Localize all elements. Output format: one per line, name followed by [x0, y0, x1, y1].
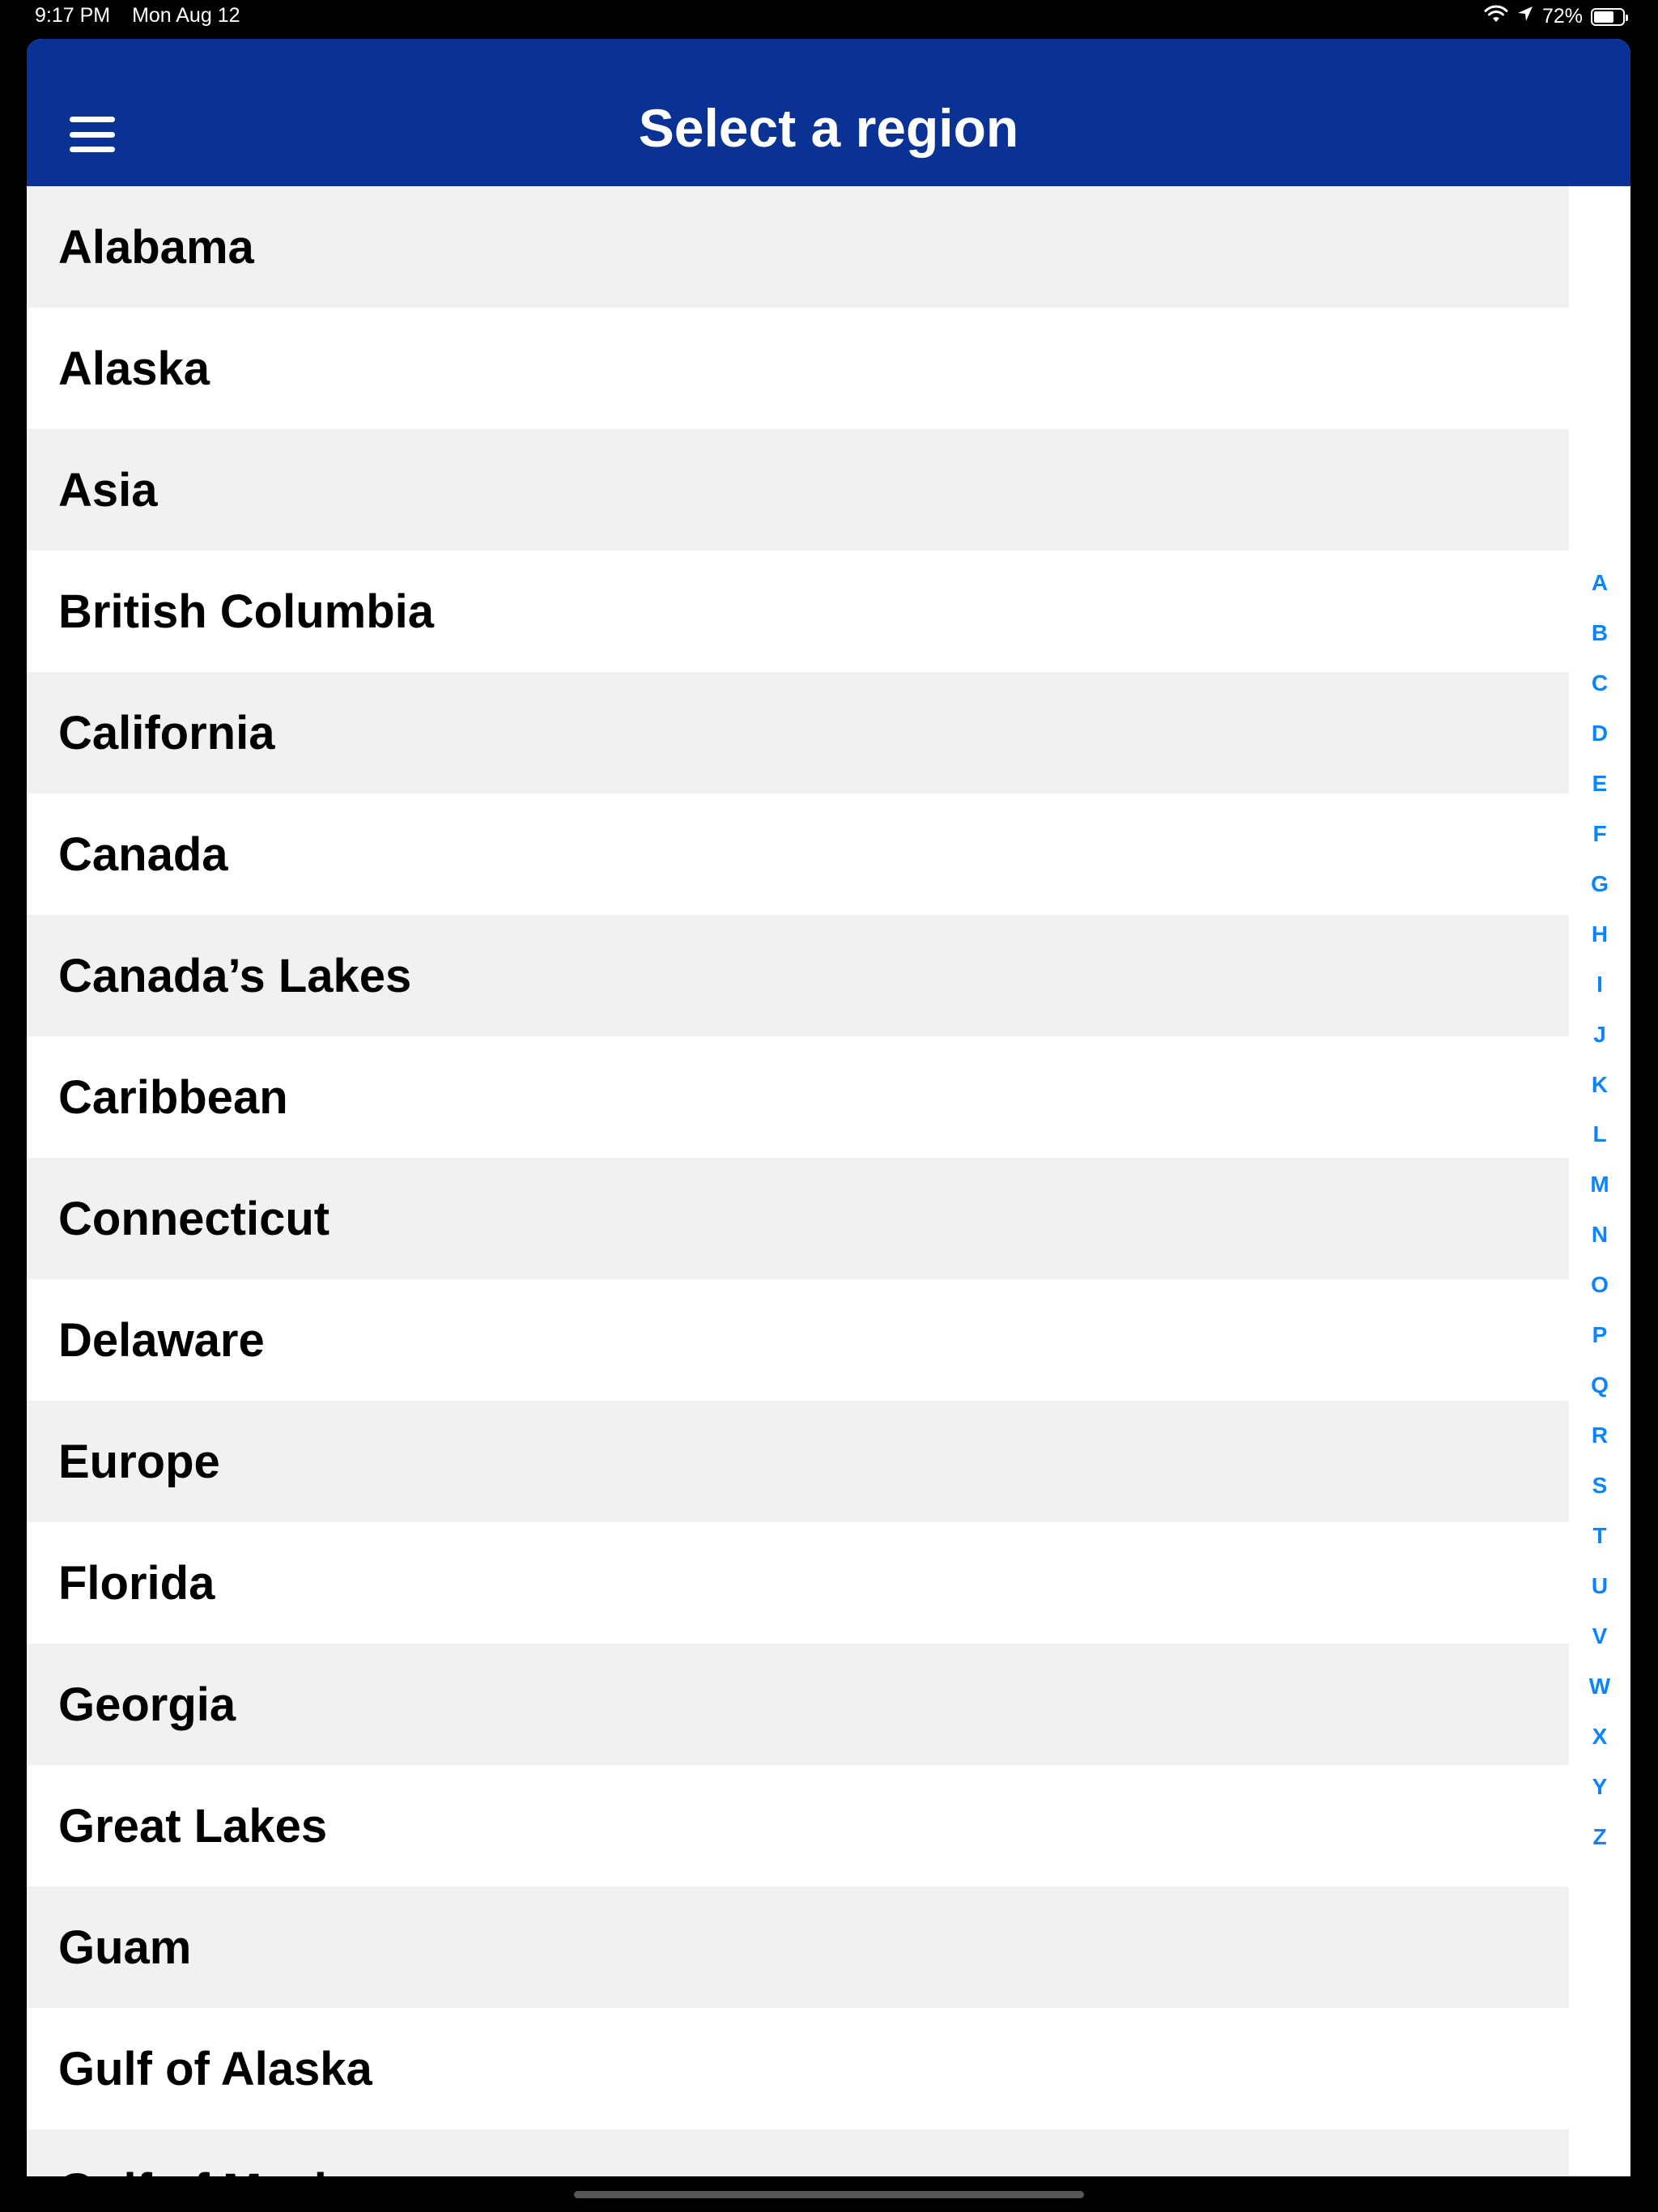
battery-level: [1594, 11, 1613, 23]
alphabet-index-bar[interactable]: ABCDEFGHIJKLMNOPQRSTUVWXYZ: [1569, 186, 1630, 2176]
index-letter-k[interactable]: K: [1569, 1072, 1630, 1098]
wifi-icon: [1484, 4, 1508, 29]
region-name: Asia: [58, 463, 158, 517]
region-name: Great Lakes: [58, 1799, 328, 1853]
index-letter-f[interactable]: F: [1569, 821, 1630, 847]
battery-icon: [1591, 7, 1628, 26]
index-letter-n[interactable]: N: [1569, 1222, 1630, 1248]
list-item[interactable]: Georgia: [27, 1644, 1569, 1765]
list-item[interactable]: Asia: [27, 429, 1569, 551]
status-time: 9:17 PM: [35, 4, 111, 27]
index-letter-m[interactable]: M: [1569, 1172, 1630, 1197]
list-item[interactable]: California: [27, 672, 1569, 793]
battery-nub: [1626, 14, 1628, 21]
index-letter-a[interactable]: A: [1569, 570, 1630, 596]
region-name: Canada: [58, 827, 228, 881]
list-item[interactable]: Gulf of Alaska: [27, 2008, 1569, 2129]
index-letter-u[interactable]: U: [1569, 1573, 1630, 1599]
page-title: Select a region: [638, 98, 1019, 158]
region-name: Gulf of Alaska: [58, 2042, 372, 2095]
region-name: Gulf of Mexico: [58, 2163, 382, 2177]
index-letter-x[interactable]: X: [1569, 1724, 1630, 1750]
status-right: 72%: [1484, 4, 1628, 29]
list-item[interactable]: Florida: [27, 1522, 1569, 1644]
region-name: Europe: [58, 1435, 220, 1488]
status-date: Mon Aug 12: [132, 4, 240, 27]
list-item[interactable]: Canada’s Lakes: [27, 915, 1569, 1036]
index-letter-y[interactable]: Y: [1569, 1774, 1630, 1800]
index-letter-c[interactable]: C: [1569, 670, 1630, 696]
index-letter-s[interactable]: S: [1569, 1473, 1630, 1499]
list-item[interactable]: Guam: [27, 1887, 1569, 2008]
navigation-bar: Select a region: [27, 39, 1630, 186]
region-list[interactable]: Alabama Alaska Asia British Columbia Califor…: [27, 186, 1569, 2176]
list-item[interactable]: Delaware: [27, 1279, 1569, 1401]
index-letter-v[interactable]: V: [1569, 1623, 1630, 1649]
region-name: Delaware: [58, 1313, 265, 1367]
index-letter-g[interactable]: G: [1569, 871, 1630, 897]
list-item[interactable]: Europe: [27, 1401, 1569, 1522]
index-letter-t[interactable]: T: [1569, 1523, 1630, 1549]
index-letter-e[interactable]: E: [1569, 771, 1630, 797]
region-name: Florida: [58, 1556, 215, 1610]
index-letter-i[interactable]: I: [1569, 972, 1630, 998]
list-item[interactable]: British Columbia: [27, 551, 1569, 672]
region-name: Georgia: [58, 1678, 236, 1731]
index-letter-r[interactable]: R: [1569, 1423, 1630, 1448]
index-letter-j[interactable]: J: [1569, 1022, 1630, 1048]
index-letter-b[interactable]: B: [1569, 620, 1630, 646]
index-letter-q[interactable]: Q: [1569, 1372, 1630, 1398]
region-name: California: [58, 706, 275, 759]
index-letter-w[interactable]: W: [1569, 1674, 1630, 1699]
status-left: 9:17 PM Mon Aug 12: [35, 4, 257, 28]
region-name: British Columbia: [58, 585, 435, 638]
list-item[interactable]: Caribbean: [27, 1036, 1569, 1158]
region-name: Caribbean: [58, 1070, 288, 1124]
location-arrow-icon: [1516, 5, 1534, 28]
region-name: Connecticut: [58, 1192, 330, 1245]
app-window: Select a region Alabama Alaska Asia British…: [27, 39, 1630, 2176]
list-item[interactable]: Connecticut: [27, 1158, 1569, 1279]
list-item[interactable]: Alaska: [27, 308, 1569, 429]
list-item[interactable]: Gulf of Mexico: [27, 2129, 1569, 2176]
region-name: Guam: [58, 1921, 192, 1974]
list-item[interactable]: Canada: [27, 793, 1569, 915]
index-letter-p[interactable]: P: [1569, 1322, 1630, 1348]
index-letter-d[interactable]: D: [1569, 721, 1630, 747]
list-item[interactable]: Alabama: [27, 186, 1569, 308]
list-item[interactable]: Great Lakes: [27, 1765, 1569, 1887]
status-bar: 9:17 PM Mon Aug 12 72%: [0, 0, 1658, 34]
index-letter-o[interactable]: O: [1569, 1272, 1630, 1298]
index-letter-l[interactable]: L: [1569, 1121, 1630, 1147]
region-name: Canada’s Lakes: [58, 949, 412, 1002]
home-indicator[interactable]: [574, 2191, 1084, 2198]
region-name: Alabama: [58, 220, 254, 274]
index-letter-z[interactable]: Z: [1569, 1824, 1630, 1850]
index-letter-h[interactable]: H: [1569, 921, 1630, 947]
region-name: Alaska: [58, 342, 210, 395]
battery-percent: 72%: [1541, 5, 1583, 28]
